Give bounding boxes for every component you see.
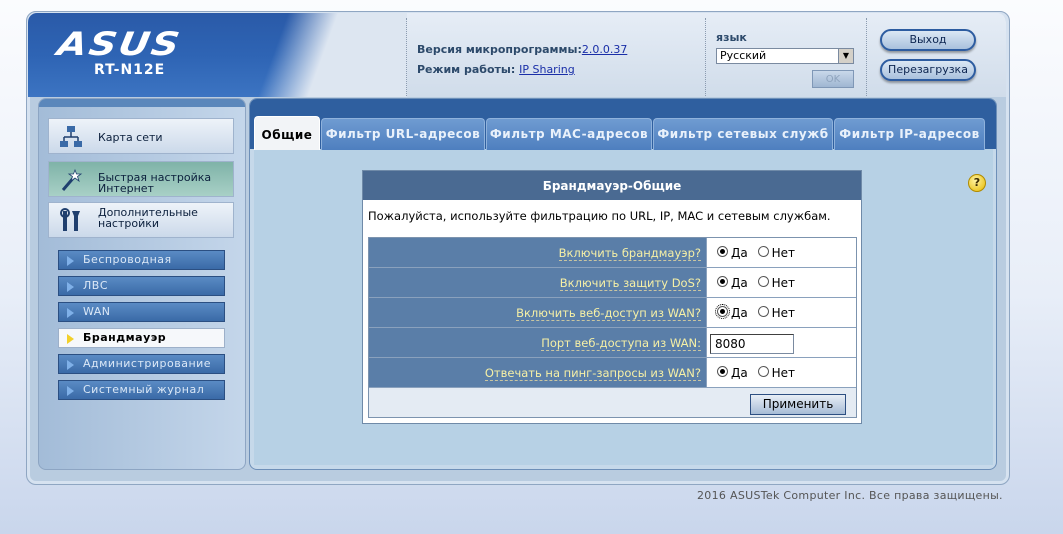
form-title: Брандмауэр-Общие (363, 171, 861, 200)
sidebar-item-label: Администрирование (83, 357, 212, 370)
setting-label: Включить брандмауэр? (558, 246, 701, 261)
dos-yes-radio[interactable] (717, 276, 728, 287)
sidebar-item-label: Беспроводная (83, 253, 172, 266)
no-label: Нет (771, 306, 795, 320)
setting-label: Порт веб-доступа из WAN: (541, 336, 701, 351)
language-select[interactable]: Русский ▼ (716, 48, 854, 64)
tab-ip-filter[interactable]: Фильтр IP-адресов (834, 118, 985, 150)
no-label: Нет (771, 366, 795, 380)
dos-no-radio[interactable] (757, 276, 769, 287)
wan-web-access-yes-radio[interactable] (715, 304, 730, 319)
triangle-icon (67, 386, 74, 396)
tab-mac-filter[interactable]: Фильтр MAC-адресов (486, 118, 652, 150)
tab-network-services-filter[interactable]: Фильтр сетевых служб (653, 118, 833, 150)
triangle-icon (67, 308, 74, 318)
network-map-icon (60, 126, 82, 147)
setting-row-dos: Включить защиту DoS? Да Нет (369, 268, 856, 298)
asus-logo: ASUS (54, 25, 185, 63)
language-value: Русский (720, 49, 767, 62)
sidebar-item-label: Системный журнал (83, 383, 205, 396)
no-label: Нет (771, 276, 795, 290)
firewall-yes-radio[interactable] (717, 246, 728, 257)
sidebar-item-lan[interactable]: ЛВС (58, 276, 225, 296)
operation-mode-info: Режим работы: IP Sharing (417, 63, 575, 76)
setting-label: Отвечать на пинг-запросы из WAN? (484, 366, 701, 381)
setting-row-firewall: Включить брандмауэр? Да Нет (369, 238, 856, 268)
setting-label: Включить веб-доступ из WAN? (516, 306, 701, 321)
triangle-icon (67, 256, 74, 266)
magic-wand-icon (61, 168, 83, 191)
firewall-no-radio[interactable] (757, 246, 769, 257)
yes-label: Да (731, 306, 748, 320)
sidebar-item-system-log[interactable]: Системный журнал (58, 380, 225, 400)
menu-quick-setup-label: Быстрая настройка Интернет (98, 171, 212, 195)
menu-advanced-settings-label: Дополнительные настройки (98, 206, 198, 230)
setting-label: Включить защиту DoS? (559, 276, 701, 291)
language-ok-button[interactable]: OK (812, 70, 854, 88)
language-label: язык (716, 31, 747, 44)
setting-row-ping-response: Отвечать на пинг-запросы из WAN? Да Нет (369, 358, 856, 388)
firmware-version-link[interactable]: 2.0.0.37 (582, 43, 627, 56)
tools-icon (60, 208, 80, 231)
yes-label: Да (731, 366, 748, 380)
sidebar-item-label: WAN (83, 305, 111, 318)
menu-quick-setup[interactable]: Быстрая настройка Интернет (48, 161, 234, 197)
wan-web-port-input[interactable]: 8080 (710, 334, 794, 354)
firmware-label: Версия микропрограммы: (417, 43, 582, 56)
header-divider (866, 18, 867, 96)
apply-button[interactable]: Применить (750, 394, 846, 415)
tab-general[interactable]: Общие (254, 116, 320, 150)
triangle-icon (67, 360, 74, 370)
wan-web-access-no-radio[interactable] (757, 306, 769, 317)
sidebar-item-label: ЛВС (83, 279, 108, 292)
header-divider (705, 18, 706, 96)
no-label: Нет (771, 246, 795, 260)
firmware-info: Версия микропрограммы:2.0.0.37 (417, 43, 627, 56)
model-name: RT-N12E (94, 62, 166, 78)
triangle-icon (67, 282, 74, 292)
sidebar-item-wireless[interactable]: Беспроводная (58, 250, 225, 270)
setting-row-wan-web-access: Включить веб-доступ из WAN? Да Нет (369, 298, 856, 328)
yes-label: Да (731, 246, 748, 260)
form-description: Пожалуйста, используйте фильтрацию по UR… (368, 209, 831, 223)
sidebar-item-label: Брандмауэр (83, 331, 167, 344)
sidebar-item-administration[interactable]: Администрирование (58, 354, 225, 374)
ping-yes-radio[interactable] (717, 366, 728, 377)
menu-advanced-settings[interactable]: Дополнительные настройки (48, 202, 234, 238)
copyright-footer: 2016 ASUSTek Computer Inc. Все права защ… (697, 489, 1003, 502)
dropdown-arrow-icon[interactable]: ▼ (838, 49, 853, 63)
sidebar-item-firewall[interactable]: Брандмауэр (58, 328, 225, 348)
sidebar-item-wan[interactable]: WAN (58, 302, 225, 322)
logout-button[interactable]: Выход (880, 29, 976, 51)
mode-label: Режим работы: (417, 63, 516, 76)
triangle-icon (67, 334, 74, 344)
reboot-button[interactable]: Перезагрузка (880, 59, 976, 81)
yes-label: Да (731, 276, 748, 290)
ping-no-radio[interactable] (757, 366, 769, 377)
menu-network-map[interactable]: Карта сети (48, 118, 234, 154)
menu-network-map-label: Карта сети (98, 131, 163, 144)
operation-mode-link[interactable]: IP Sharing (519, 63, 575, 76)
tab-url-filter[interactable]: Фильтр URL-адресов (321, 118, 485, 150)
header-divider (406, 18, 407, 96)
help-icon[interactable]: ? (968, 174, 986, 192)
